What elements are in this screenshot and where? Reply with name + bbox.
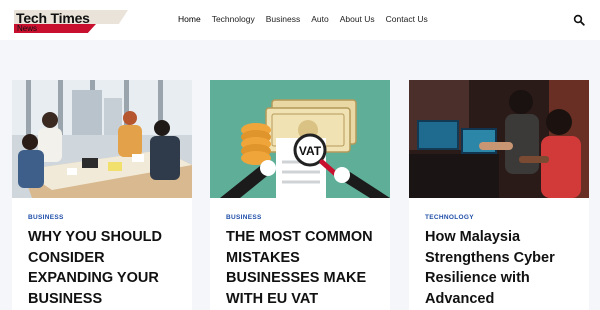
site-logo[interactable]: Tech Times News xyxy=(14,10,130,36)
article-card[interactable]: BUSINESS WHY YOU SHOULD CONSIDER EXPANDI… xyxy=(12,80,192,310)
main-nav: Home Technology Business Auto About Us C… xyxy=(178,14,439,26)
cyber-team-photo[interactable] xyxy=(409,80,589,198)
search-icon xyxy=(573,14,585,26)
card-title[interactable]: How Malaysia Strengthens Cyber Resilienc… xyxy=(425,227,583,309)
nav-item-contact-us[interactable]: Contact Us xyxy=(386,14,428,26)
nav-item-about-us[interactable]: About Us xyxy=(340,14,375,26)
nav-item-auto[interactable]: Auto xyxy=(311,14,329,26)
vat-illustration[interactable]: VAT xyxy=(210,80,390,198)
card-title[interactable]: THE MOST COMMON MISTAKES BUSINESSES MAKE… xyxy=(226,227,384,309)
nav-item-business[interactable]: Business xyxy=(266,14,301,26)
card-title[interactable]: WHY YOU SHOULD CONSIDER EXPANDING YOUR B… xyxy=(28,227,186,309)
nav-item-home[interactable]: Home xyxy=(178,14,201,26)
card-category[interactable]: BUSINESS xyxy=(28,214,64,221)
nav-item-technology[interactable]: Technology xyxy=(212,14,255,26)
article-card[interactable]: VAT BUSINESS THE MOST COMMON MISTAKES BU… xyxy=(210,80,390,310)
site-subtitle: News xyxy=(17,24,38,33)
site-header: Tech Times News Home Technology Business… xyxy=(0,0,600,40)
search-button[interactable] xyxy=(573,13,585,26)
vat-label: VAT xyxy=(299,144,322,158)
card-category[interactable]: BUSINESS xyxy=(226,214,262,221)
article-card[interactable]: TECHNOLOGY How Malaysia Strengthens Cybe… xyxy=(409,80,589,310)
card-category[interactable]: TECHNOLOGY xyxy=(425,214,474,221)
office-meeting-photo[interactable] xyxy=(12,80,192,198)
